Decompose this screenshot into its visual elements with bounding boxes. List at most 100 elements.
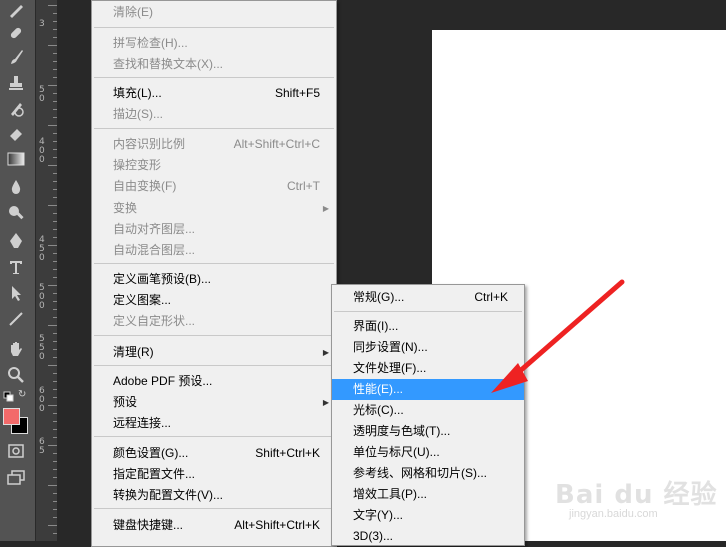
zoom-icon[interactable] [3, 364, 29, 386]
watermark-url: jingyan.baidu.com [569, 508, 658, 520]
edit-menu-item-label: 清理(R) [113, 345, 154, 359]
edit-menu-item-label: 内容识别比例 [113, 137, 186, 151]
edit-menu-item: 描边(S)... [92, 104, 336, 125]
swap-colors-icon[interactable]: ↻ [18, 389, 30, 401]
clone-stamp-icon[interactable] [3, 72, 29, 94]
path-selection-icon[interactable] [3, 282, 29, 304]
preferences-menu-item[interactable]: 文字(Y)... [332, 505, 524, 526]
edit-menu-item-shortcut: Shift+Ctrl+K [255, 446, 320, 460]
edit-menu: 清除(E) 拼写检查(H)... 查找和替换文本(X)... 填充(L)... Shif… [91, 0, 337, 547]
edit-menu-item: 拼写检查(H)... [92, 33, 336, 54]
preferences-menu-item-label: 同步设置(N)... [353, 340, 428, 354]
edit-menu-item[interactable]: 清理(R) ▶ [92, 342, 336, 363]
edit-menu-item-label: 预设 [113, 395, 138, 409]
default-colors-icon[interactable] [3, 390, 15, 402]
preferences-menu-item[interactable]: 光标(C)... [332, 400, 524, 421]
ruler-label: 0 [39, 352, 45, 362]
menu-separator [94, 263, 334, 264]
edit-menu-item: 自由变换(F) Ctrl+T [92, 176, 336, 197]
edit-menu-item-label: 定义画笔预设(B)... [113, 272, 211, 286]
preferences-menu-item[interactable]: 增效工具(P)... [332, 484, 524, 505]
hand-icon[interactable] [3, 338, 29, 360]
preferences-menu-item[interactable]: 同步设置(N)... [332, 337, 524, 358]
edit-menu-item[interactable]: 远程连接... [92, 413, 336, 434]
edit-menu-item-label: 拼写检查(H)... [113, 36, 188, 50]
type-icon[interactable] [3, 256, 29, 278]
preferences-menu-item[interactable]: 性能(E)... [332, 379, 524, 400]
line-icon[interactable] [3, 308, 29, 330]
edit-menu-item-label: 颜色设置(G)... [113, 446, 189, 460]
preferences-menu-item[interactable]: 透明度与色域(T)... [332, 421, 524, 442]
edit-menu-item-label: 变换 [113, 201, 138, 215]
edit-menu-item-label: 查找和替换文本(X)... [113, 57, 223, 71]
healing-brush-icon[interactable] [3, 22, 29, 44]
edit-menu-item[interactable]: 转换为配置文件(V)... [92, 485, 336, 506]
preferences-menu-item-label: 3D(3)... [353, 529, 394, 543]
edit-menu-item[interactable]: 键盘快捷键... Alt+Shift+Ctrl+K [92, 515, 336, 536]
preferences-menu-item[interactable]: 单位与标尺(U)... [332, 442, 524, 463]
preferences-menu-item-label: 文件处理(F)... [353, 361, 427, 375]
edit-menu-item: 自动对齐图层... [92, 219, 336, 240]
edit-menu-item-label: 清除(E) [113, 5, 153, 19]
edit-menu-item[interactable]: 定义画笔预设(B)... [92, 269, 336, 290]
pencil-icon[interactable] [3, 0, 29, 22]
edit-menu-item[interactable]: 定义图案... [92, 290, 336, 311]
submenu-arrow-icon: ▶ [322, 398, 329, 407]
preferences-menu-item[interactable]: 参考线、网格和切片(S)... [332, 463, 524, 484]
edit-menu-item-label: 描边(S)... [113, 107, 163, 121]
preferences-menu-item-shortcut: Ctrl+K [474, 290, 508, 304]
preferences-submenu: 常规(G)... Ctrl+K 界面(I)... 同步设置(N)... 文件处理(F).… [331, 284, 525, 546]
edit-menu-item-label: 远程连接... [113, 416, 172, 430]
menu-separator [94, 77, 334, 78]
preferences-menu-item[interactable]: 界面(I)... [332, 316, 524, 337]
eraser-icon[interactable] [3, 122, 29, 144]
edit-menu-item[interactable]: 颜色设置(G)... Shift+Ctrl+K [92, 443, 336, 464]
foreground-color-swatch[interactable] [3, 408, 20, 425]
preferences-menu-item[interactable]: 3D(3)... [332, 526, 524, 547]
edit-menu-item-label: 自动混合图层... [113, 243, 196, 257]
edit-menu-item-label: 自动对齐图层... [113, 222, 196, 236]
preferences-menu-item-label: 性能(E)... [353, 382, 403, 396]
ruler-label: 0 [39, 301, 45, 311]
menu-separator [334, 311, 522, 312]
brush-icon[interactable] [3, 46, 29, 68]
edit-menu-item[interactable]: Adobe PDF 预设... [92, 371, 336, 392]
baidu-watermark: Bai du 经验 jingyan.baidu.com [555, 474, 717, 526]
edit-menu-item-label: 操控变形 [113, 158, 162, 172]
submenu-arrow-icon: ▶ [322, 348, 329, 357]
history-brush-icon[interactable] [3, 98, 29, 120]
menu-separator [94, 335, 334, 336]
preferences-menu-item-label: 界面(I)... [353, 319, 399, 333]
edit-menu-item: 清除(E) [92, 2, 336, 23]
edit-menu-item-shortcut: Shift+F5 [274, 86, 320, 100]
edit-menu-item-label: 定义自定形状... [113, 314, 196, 328]
gradient-icon[interactable] [3, 148, 29, 170]
submenu-arrow-icon: ▶ [322, 204, 329, 213]
preferences-menu-item-label: 参考线、网格和切片(S)... [353, 466, 487, 480]
edit-menu-item-label: 自由变换(F) [113, 179, 177, 193]
vertical-ruler: 35040045050055060065 [35, 0, 58, 541]
edit-menu-item: 查找和替换文本(X)... [92, 54, 336, 75]
preferences-menu-item-label: 光标(C)... [353, 403, 404, 417]
edit-menu-item[interactable]: 填充(L)... Shift+F5 [92, 83, 336, 104]
edit-menu-item: 内容识别比例 Alt+Shift+Ctrl+C [92, 134, 336, 155]
menu-separator [94, 128, 334, 129]
preferences-menu-item-label: 单位与标尺(U)... [353, 445, 440, 459]
screen-mode-icon[interactable] [3, 466, 29, 488]
edit-menu-item-label: 指定配置文件... [113, 467, 196, 481]
dodge-icon[interactable] [3, 202, 29, 224]
quick-mask-icon[interactable] [3, 440, 29, 462]
preferences-menu-item-label: 增效工具(P)... [353, 487, 427, 501]
edit-menu-item-label: Adobe PDF 预设... [113, 374, 213, 388]
pen-icon[interactable] [3, 230, 29, 252]
ruler-label: 5 [39, 446, 45, 456]
preferences-menu-item[interactable]: 文件处理(F)... [332, 358, 524, 379]
preferences-menu-item-label: 常规(G)... [353, 290, 405, 304]
menu-separator [94, 365, 334, 366]
preferences-menu-item[interactable]: 常规(G)... Ctrl+K [332, 287, 524, 308]
edit-menu-item[interactable]: 指定配置文件... [92, 464, 336, 485]
edit-menu-item-label: 键盘快捷键... [113, 518, 184, 532]
edit-menu-item[interactable]: 预设 ▶ [92, 392, 336, 413]
blur-icon[interactable] [3, 176, 29, 198]
ruler-label: 0 [39, 155, 45, 165]
